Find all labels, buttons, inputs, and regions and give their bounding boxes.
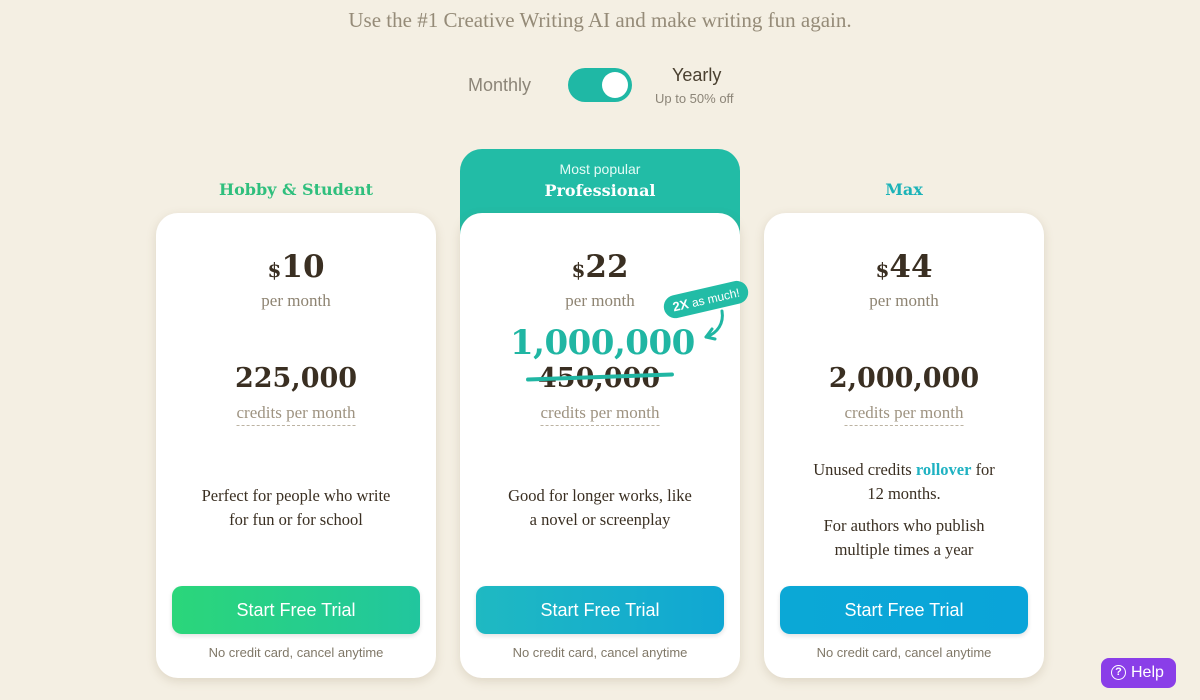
yearly-label[interactable]: Yearly [672, 65, 721, 86]
credits-amount: 2,000,000 [828, 363, 980, 394]
rollover-suffix: for [971, 460, 995, 479]
rollover-line: Unused credits rollover for [764, 458, 1044, 482]
rollover-keyword: rollover [915, 460, 972, 479]
description-line: Perfect for people who write [201, 486, 391, 505]
monthly-label[interactable]: Monthly [468, 75, 531, 96]
toggle-knob [602, 72, 628, 98]
yearly-discount-note: Up to 50% off [655, 91, 734, 106]
plan-title-professional: Professional [544, 181, 656, 200]
plan-card-max: $44 per month 2,000,000 credits per mont… [764, 213, 1044, 678]
badge-multiplier: 2X [671, 296, 691, 315]
plan-title-hobby: Hobby & Student [218, 180, 373, 199]
rollover-line-2: 12 months. [867, 484, 941, 503]
plan-description: For authors who publish multiple times a… [764, 514, 1044, 562]
help-label: Help [1131, 664, 1164, 681]
price-period: per month [261, 291, 331, 310]
tagline: Use the #1 Creative Writing AI and make … [348, 8, 852, 32]
plan-title-max: Max [885, 180, 923, 199]
price-amount: 44 [889, 249, 933, 285]
start-free-trial-button[interactable]: Start Free Trial [780, 586, 1028, 634]
trial-note: No credit card, cancel anytime [208, 645, 384, 660]
credits-label[interactable]: credits per month [540, 403, 660, 426]
currency-symbol: $ [875, 258, 890, 282]
description-line: a novel or screenplay [529, 510, 671, 529]
plan-card-professional: $22 per month 2X as much! 1,000,000 450,… [460, 213, 751, 678]
plan-price: $10 [156, 249, 436, 285]
currency-symbol: $ [571, 258, 586, 282]
billing-toggle-row: Monthly Yearly Up to 50% off [0, 62, 1200, 112]
start-free-trial-button[interactable]: Start Free Trial [172, 586, 420, 634]
description-line: Good for longer works, like [508, 486, 692, 505]
credits-label[interactable]: credits per month [844, 403, 964, 426]
trial-note: No credit card, cancel anytime [512, 645, 688, 660]
currency-symbol: $ [267, 258, 282, 282]
price-amount: 10 [281, 249, 325, 285]
curved-arrow-icon [704, 309, 724, 341]
plan-description: Good for longer works, like a novel or s… [460, 484, 740, 532]
help-button[interactable]: ? Help [1101, 658, 1176, 688]
rollover-note: Unused credits rollover for 12 months. [764, 458, 1044, 506]
description-line: For authors who publish [823, 516, 985, 535]
plan-description: Perfect for people who write for fun or … [156, 484, 436, 532]
trial-note: No credit card, cancel anytime [816, 645, 992, 660]
billing-toggle-switch[interactable] [568, 68, 632, 102]
price-period: per month [869, 291, 939, 310]
plan-card-hobby: $10 per month 225,000 credits per month … [156, 213, 436, 678]
description-line: multiple times a year [834, 540, 974, 559]
credits-label[interactable]: credits per month [236, 403, 356, 426]
description-line: for fun or for school [229, 510, 363, 529]
rollover-prefix: Unused credits [813, 460, 916, 479]
price-amount: 22 [585, 249, 629, 285]
plan-price: $44 [764, 249, 1044, 285]
question-circle-icon: ? [1111, 665, 1126, 680]
credits-amount: 1,000,000 [510, 323, 695, 363]
plan-price: $22 [460, 249, 740, 285]
credits-amount: 225,000 [234, 363, 358, 394]
most-popular-label: Most popular [559, 161, 641, 177]
start-free-trial-button[interactable]: Start Free Trial [476, 586, 724, 634]
